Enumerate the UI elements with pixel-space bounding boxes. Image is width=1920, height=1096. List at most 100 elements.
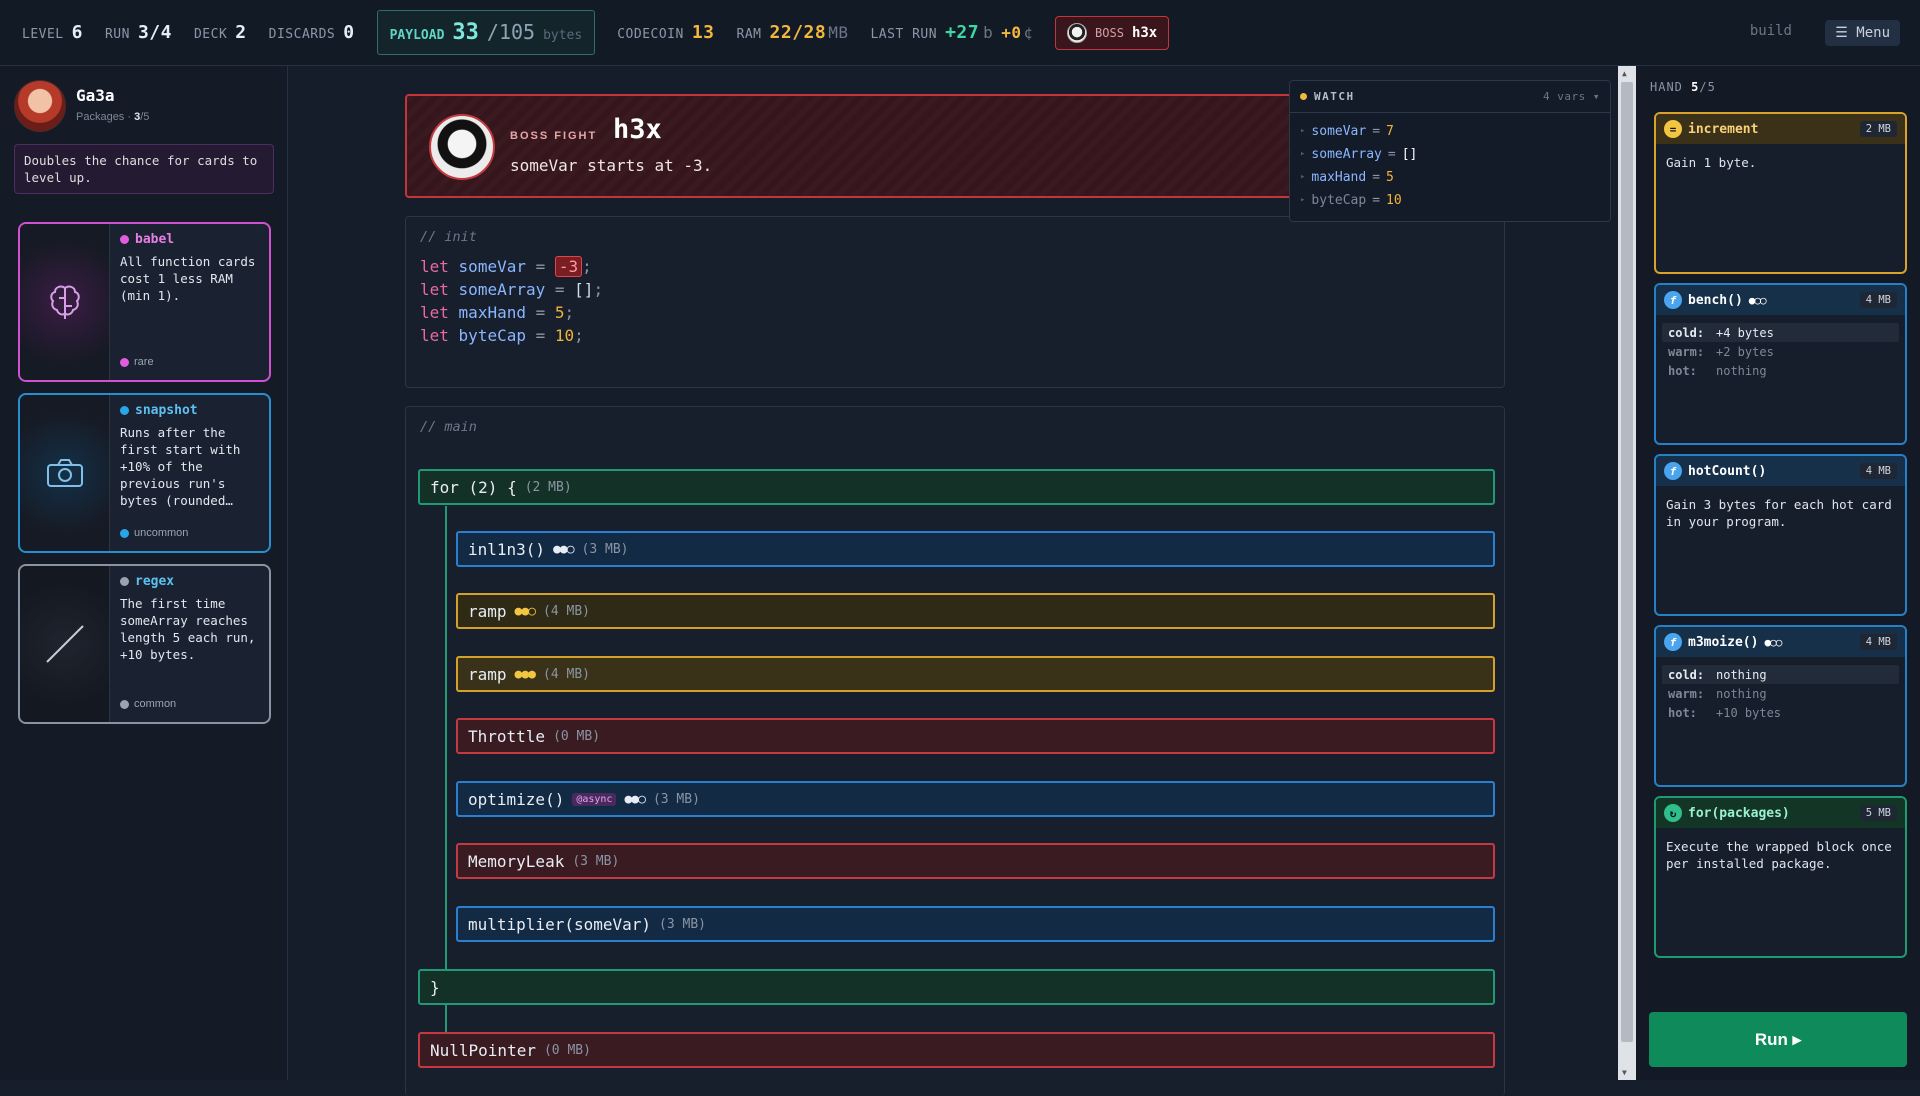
packages-count-max: /5 — [140, 111, 150, 123]
chevron-right-icon: ▸ — [1300, 172, 1306, 182]
block-mb: (0 MB) — [553, 728, 601, 744]
function-icon: f — [1664, 291, 1682, 309]
hand-count: HAND 5/5 — [1650, 80, 1716, 94]
package-card-snapshot[interactable]: snapshot Runs after the first start with… — [18, 393, 271, 553]
package-name: regex — [135, 574, 175, 589]
tier-hot: hot: +10 bytes — [1662, 703, 1899, 722]
tier-warm: warm: nothing — [1662, 684, 1899, 703]
hand-card-for-packages[interactable]: ↻ for(packages) 5 MB Execute the wrapped b… — [1654, 796, 1907, 958]
hand-count-max: /5 — [1699, 80, 1716, 94]
package-name: babel — [135, 232, 175, 247]
payload-meter: PAYLOAD 33 /105 bytes — [376, 10, 596, 55]
packages-panel: Ga3a Packages · 3/5 Doubles the chance f… — [0, 66, 288, 1080]
block-label: optimize() — [468, 789, 565, 809]
code-block-optimize[interactable]: optimize() @async ●●○ (3 MB) — [456, 781, 1495, 817]
last-run-label: LAST RUN — [870, 27, 938, 42]
scroll-up-icon[interactable]: ▲ — [1622, 69, 1627, 78]
code-block-throttle[interactable]: Throttle (0 MB) — [456, 718, 1495, 754]
watch-var-name: byteCap — [1311, 192, 1367, 208]
build-link[interactable]: build — [1750, 23, 1792, 39]
package-card-regex[interactable]: regex The first time someArray reaches l… — [18, 564, 271, 724]
variable-name: maxHand — [458, 303, 526, 322]
card-description: Execute the wrapped block once per insta… — [1666, 839, 1892, 871]
init-block: // init let someVar = -3; let someArray … — [405, 216, 1505, 388]
camera-icon — [20, 395, 110, 551]
boss-badge-name: h3x — [1131, 24, 1158, 41]
deck-stat[interactable]: DECK 2 — [194, 22, 247, 43]
level-dots-icon: ●●● — [514, 666, 537, 682]
package-description: All function cards cost 1 less RAM (min … — [120, 254, 256, 303]
watch-var-name: someArray — [1311, 146, 1382, 162]
player-profile: Ga3a Packages · 3/5 — [14, 80, 149, 132]
slash-icon — [20, 566, 110, 722]
scroll-down-icon[interactable]: ▼ — [1622, 1068, 1627, 1077]
boss-fight-banner: BOSS FIGHT h3x someVar starts at -3. — [405, 94, 1305, 198]
brain-icon — [20, 224, 110, 380]
tier-warm: warm: +2 bytes — [1662, 342, 1899, 361]
deck-value: 2 — [235, 22, 247, 43]
code-block-inl1n3[interactable]: inl1n3() ●●○ (3 MB) — [456, 531, 1495, 567]
for-loop-block[interactable]: for (2) {(2 MB) — [418, 469, 1495, 505]
block-mb: (4 MB) — [543, 603, 590, 619]
block-label: } — [430, 977, 440, 997]
tier-label: cold: — [1668, 325, 1705, 340]
hand-card-m3moize[interactable]: f m3moize() ●○○ 4 MB cold: nothing warm: noth… — [1654, 625, 1907, 787]
top-bar: LEVEL 6 RUN 3/4 DECK 2 DISCARDS 0 PAYLOAD 33… — [0, 0, 1920, 66]
tier-label: warm: — [1668, 686, 1705, 701]
hand-card-increment[interactable]: = increment 2 MB Gain 1 byte. — [1654, 112, 1907, 274]
function-icon: f — [1664, 633, 1682, 651]
ram-value: 22/28 — [769, 22, 827, 43]
semicolon: ; — [593, 280, 604, 299]
watch-count-toggle[interactable]: 4 vars ▾ — [1543, 90, 1600, 103]
init-comment: // init — [420, 229, 477, 245]
card-mb: 4 MB — [1859, 292, 1897, 308]
menu-button[interactable]: ☰ Menu — [1825, 20, 1900, 46]
keyword: let — [420, 303, 449, 322]
code-block-multiplier[interactable]: multiplier(someVar) (3 MB) — [456, 906, 1495, 942]
run-button[interactable]: Run ▸ — [1649, 1012, 1907, 1067]
packages-count-label: Packages · — [76, 111, 132, 123]
level-dots-icon: ●●○ — [514, 603, 537, 619]
level-value: 6 — [71, 22, 83, 43]
block-mb: (0 MB) — [543, 1042, 591, 1058]
hand-card-hotcount[interactable]: f hotCount() 4 MB Gain 3 bytes for each ho… — [1654, 454, 1907, 616]
run-stat: RUN 3/4 — [105, 22, 172, 43]
payload-max: /105 — [486, 20, 536, 44]
operator: = — [535, 257, 546, 276]
code-block-memoryleak[interactable]: MemoryLeak (3 MB) — [456, 843, 1495, 879]
boss-avatar — [429, 114, 495, 180]
block-label: inl1n3() — [468, 539, 546, 559]
keyword: let — [420, 326, 449, 345]
watch-var-value: 7 — [1386, 123, 1394, 139]
operator: = — [554, 280, 565, 299]
package-card-babel[interactable]: babel All function cards cost 1 less RAM… — [18, 222, 271, 382]
card-name: bench() — [1688, 292, 1743, 308]
hand-card-bench[interactable]: f bench() ●○○ 4 MB cold: +4 bytes warm: +2 by… — [1654, 283, 1907, 445]
avatar[interactable] — [14, 80, 66, 132]
package-rarity-label: uncommon — [134, 527, 189, 539]
program-scrollbar[interactable]: ▲ ▼ — [1618, 66, 1636, 1080]
card-description: Gain 3 bytes for each hot card in your p… — [1666, 497, 1892, 529]
boss-description: someVar starts at -3. — [510, 156, 713, 175]
package-rarity: rare — [120, 356, 154, 368]
watch-panel: WATCH 4 vars ▾ ▸ someVar = 7 ▸ someArray =[] … — [1289, 80, 1611, 222]
code-block-nullpointer[interactable]: NullPointer (0 MB) — [418, 1032, 1495, 1068]
code-block-ramp[interactable]: ramp ●●○ (4 MB) — [456, 593, 1495, 629]
chevron-right-icon: ▸ — [1300, 126, 1306, 136]
last-run-bytes: +27 — [945, 22, 980, 43]
level-dots-icon: ●●○ — [553, 541, 575, 557]
block-mb: (3 MB) — [572, 853, 620, 869]
for-loop-close[interactable]: } — [418, 969, 1495, 1005]
scrollbar-thumb[interactable] — [1621, 82, 1633, 1042]
boss-badge-label: BOSS — [1095, 25, 1124, 40]
rarity-dot-icon — [120, 406, 129, 415]
boss-badge[interactable]: BOSS h3x — [1055, 15, 1170, 50]
init-line-maxhand: let maxHand = 5; — [420, 303, 574, 322]
card-name: increment — [1688, 121, 1759, 137]
code-block-ramp-hot[interactable]: ramp ●●● (4 MB) — [456, 656, 1495, 692]
watch-header[interactable]: WATCH 4 vars ▾ — [1290, 81, 1610, 113]
discards-value: 0 — [343, 22, 355, 43]
watch-var-value: [] — [1401, 146, 1418, 162]
payload-label: PAYLOAD — [389, 28, 445, 43]
package-rarity-label: rare — [134, 356, 154, 368]
